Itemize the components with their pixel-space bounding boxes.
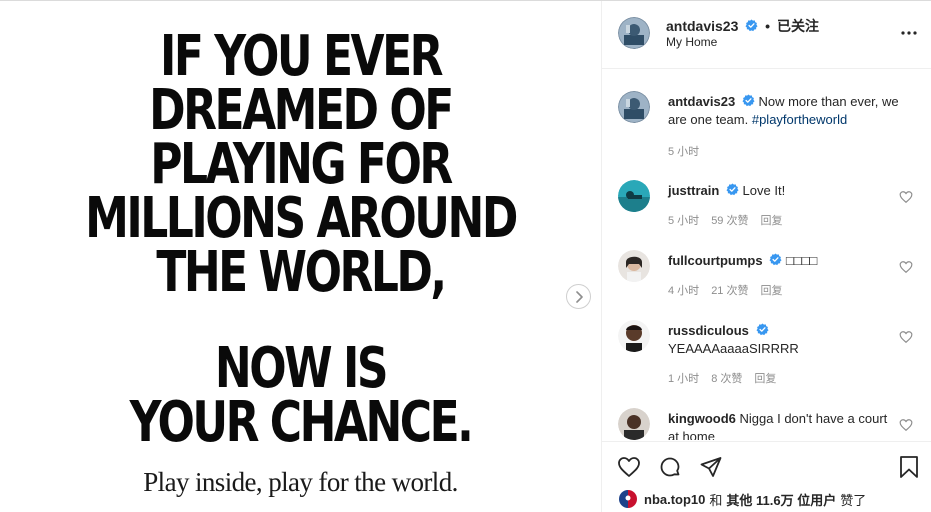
poster-tagline: Play inside, play for the world.: [143, 467, 458, 497]
timestamp[interactable]: 1 小时: [668, 373, 699, 385]
avatar[interactable]: [618, 17, 650, 49]
liked-by-user[interactable]: nba.top10: [644, 492, 705, 507]
separator: •: [765, 18, 771, 34]
avatar[interactable]: [618, 320, 650, 352]
comment-meta: 5 小时 59 次赞 回复: [668, 212, 794, 228]
like-count[interactable]: 8 次赞: [711, 373, 742, 385]
avatar[interactable]: [618, 489, 638, 509]
comment-text: fullcourtpumps □□□□: [668, 252, 888, 270]
heart-icon[interactable]: [899, 330, 913, 344]
post-image[interactable]: IF YOU EVER DREAMED OF PLAYING FOR MILLI…: [0, 1, 601, 512]
comment-button[interactable]: [657, 454, 683, 480]
poster-line: YOUR CHANCE.: [129, 389, 474, 456]
comment-meta: 4 小时 21 次赞 回复: [668, 282, 794, 298]
poster-line: THE WORLD,: [156, 239, 447, 306]
avatar[interactable]: [618, 180, 650, 212]
timestamp[interactable]: 5 小时: [668, 215, 699, 227]
hashtag-link[interactable]: #playfortheworld: [752, 112, 847, 127]
post-side-panel: antdavis23 • 已关注 My Home antdavis23 Now …: [602, 1, 931, 512]
caption-text: antdavis23 Now more than ever, we are on…: [668, 93, 918, 129]
likes-summary: nba.top10 和 其他 11.6万 位用户 赞了: [618, 489, 866, 509]
instagram-post-modal: IF YOU EVER DREAMED OF PLAYING FOR MILLI…: [0, 0, 931, 512]
comment-body: YEAAAAaaaaSIRRRR: [668, 341, 799, 356]
more-icon: [901, 31, 917, 35]
username[interactable]: antdavis23: [666, 18, 738, 34]
reply-button[interactable]: 回复: [760, 215, 782, 227]
more-options-button[interactable]: [899, 23, 919, 43]
follow-status-button[interactable]: 已关注: [777, 18, 819, 34]
likes-count[interactable]: 其他 11.6万 位用户: [726, 490, 836, 509]
like-button[interactable]: [616, 454, 642, 480]
location-link[interactable]: My Home: [666, 35, 717, 49]
comment-body: □□□□: [785, 253, 818, 268]
reply-button[interactable]: 回复: [754, 373, 776, 385]
comment-meta: 1 小时 8 次赞 回复: [668, 370, 788, 386]
comments-list[interactable]: antdavis23 Now more than ever, we are on…: [602, 70, 931, 440]
username[interactable]: antdavis23: [668, 94, 735, 109]
avatar[interactable]: [618, 250, 650, 282]
timestamp[interactable]: 5 小时: [668, 146, 699, 158]
avatar[interactable]: [618, 408, 650, 440]
heart-icon[interactable]: [899, 260, 913, 274]
header-username-row: antdavis23 • 已关注: [666, 16, 819, 36]
like-count[interactable]: 59 次赞: [711, 215, 748, 227]
username[interactable]: justtrain: [668, 183, 719, 198]
bookmark-icon: [900, 456, 918, 478]
caption-meta: 5 小时: [668, 143, 711, 159]
likes-suffix: 赞了: [840, 492, 867, 508]
username[interactable]: fullcourtpumps: [668, 253, 763, 268]
username[interactable]: russdiculous: [668, 323, 749, 338]
post-header: antdavis23 • 已关注 My Home: [602, 1, 931, 69]
heart-icon[interactable]: [899, 418, 913, 432]
action-bar: nba.top10 和 其他 11.6万 位用户 赞了: [602, 441, 931, 512]
verified-icon: [726, 183, 739, 196]
comment-text: kingwood6 Nigga I don't have a court at …: [668, 410, 888, 440]
timestamp[interactable]: 4 小时: [668, 285, 699, 297]
heart-icon[interactable]: [899, 190, 913, 204]
reply-button[interactable]: 回复: [760, 285, 782, 297]
verified-icon: [769, 253, 782, 266]
save-button[interactable]: [896, 454, 922, 480]
verified-icon: [742, 94, 755, 107]
likes-connector: 和: [709, 492, 723, 508]
share-button[interactable]: [698, 454, 724, 480]
like-count[interactable]: 21 次赞: [711, 285, 748, 297]
username[interactable]: kingwood6: [668, 411, 736, 426]
avatar[interactable]: [618, 91, 650, 123]
comment-text: justtrain Love It!: [668, 182, 888, 200]
chevron-right-icon: [575, 290, 583, 303]
heart-icon: [618, 457, 640, 477]
verified-icon: [756, 323, 769, 336]
verified-icon: [745, 19, 758, 32]
comment-body: Love It!: [742, 183, 786, 198]
comment-icon: [660, 457, 680, 477]
comment-text: russdiculous YEAAAAaaaaSIRRRR: [668, 322, 888, 358]
share-icon: [700, 457, 722, 477]
next-image-button[interactable]: [566, 284, 591, 309]
